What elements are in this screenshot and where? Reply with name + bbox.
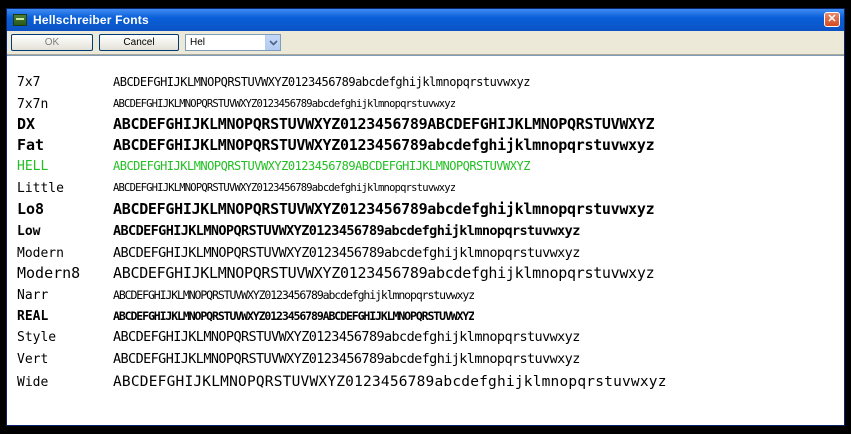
font-name: Style (17, 329, 57, 345)
close-button[interactable]: ✕ (824, 12, 840, 27)
ok-button[interactable]: OK (11, 34, 93, 51)
toolbar: OK Cancel Hel (7, 31, 844, 55)
font-row-low[interactable]: Low ABCDEFGHIJKLMNOPQRSTUVWXYZ0123456789… (17, 221, 837, 241)
font-row-real[interactable]: REAL ABCDEFGHIJKLMNOPQRSTUVWXYZ012345678… (17, 306, 837, 326)
chevron-down-icon[interactable] (265, 35, 280, 50)
font-row-fat[interactable]: Fat ABCDEFGHIJKLMNOPQRSTUVWXYZ0123456789… (17, 135, 837, 155)
font-sample: ABCDEFGHIJKLMNOPQRSTUVWXYZ0123456789abcd… (113, 98, 456, 110)
hellschreiber-fonts-window: Hellschreiber Fonts ✕ OK Cancel Hel 7x7 … (6, 8, 845, 426)
font-sample: ABCDEFGHIJKLMNOPQRSTUVWXYZ0123456789abcd… (113, 136, 655, 154)
font-name: Lo8 (17, 200, 45, 218)
font-sample: ABCDEFGHIJKLMNOPQRSTUVWXYZ0123456789abcd… (113, 264, 655, 282)
font-sample: ABCDEFGHIJKLMNOPQRSTUVWXYZ0123456789abcd… (113, 329, 580, 345)
font-sample: ABCDEFGHIJKLMNOPQRSTUVWXYZ0123456789abcd… (113, 200, 655, 218)
font-sample: ABCDEFGHIJKLMNOPQRSTUVWXYZ0123456789ABCD… (113, 159, 530, 173)
font-name: Fat (17, 136, 45, 154)
font-select-value: Hel (190, 37, 206, 48)
font-row-modern[interactable]: Modern ABCDEFGHIJKLMNOPQRSTUVWXYZ0123456… (17, 243, 837, 263)
font-sample: ABCDEFGHIJKLMNOPQRSTUVWXYZ0123456789abcd… (113, 288, 475, 302)
font-sample: ABCDEFGHIJKLMNOPQRSTUVWXYZ0123456789abcd… (113, 374, 667, 390)
font-name: 7x7 (17, 74, 41, 90)
font-row-vert[interactable]: Vert ABCDEFGHIJKLMNOPQRSTUVWXYZ012345678… (17, 349, 837, 369)
font-row-lo8[interactable]: Lo8 ABCDEFGHIJKLMNOPQRSTUVWXYZ0123456789… (17, 199, 837, 219)
font-row-little[interactable]: Little ABCDEFGHIJKLMNOPQRSTUVWXYZ0123456… (17, 178, 837, 198)
font-name: Vert (17, 351, 49, 367)
font-name: Modern8 (17, 264, 81, 282)
font-row-modern8[interactable]: Modern8 ABCDEFGHIJKLMNOPQRSTUVWXYZ012345… (17, 263, 837, 283)
title-bar[interactable]: Hellschreiber Fonts ✕ (7, 9, 844, 31)
cancel-button[interactable]: Cancel (99, 34, 179, 51)
font-sample: ABCDEFGHIJKLMNOPQRSTUVWXYZ0123456789abcd… (113, 182, 456, 194)
font-row-narr[interactable]: Narr ABCDEFGHIJKLMNOPQRSTUVWXYZ012345678… (17, 285, 837, 305)
font-list: 7x7 ABCDEFGHIJKLMNOPQRSTUVWXYZ0123456789… (7, 55, 844, 425)
font-name: HELL (17, 158, 49, 174)
window-title: Hellschreiber Fonts (33, 13, 149, 27)
font-sample: ABCDEFGHIJKLMNOPQRSTUVWXYZ0123456789abcd… (113, 245, 580, 261)
font-sample: ABCDEFGHIJKLMNOPQRSTUVWXYZ0123456789ABCD… (113, 309, 475, 323)
font-sample: ABCDEFGHIJKLMNOPQRSTUVWXYZ0123456789abcd… (113, 223, 580, 239)
screenshot-frame: Hellschreiber Fonts ✕ OK Cancel Hel 7x7 … (0, 0, 851, 434)
font-name: 7x7n (17, 96, 49, 112)
font-name: Modern (17, 245, 64, 261)
font-name: DX (17, 115, 36, 133)
font-row-7x7n[interactable]: 7x7n ABCDEFGHIJKLMNOPQRSTUVWXYZ012345678… (17, 94, 837, 114)
font-name: Low (17, 223, 41, 239)
font-row-hell[interactable]: HELL ABCDEFGHIJKLMNOPQRSTUVWXYZ012345678… (17, 156, 837, 176)
font-name: REAL (17, 308, 49, 324)
font-name: Little (17, 180, 64, 196)
font-row-7x7[interactable]: 7x7 ABCDEFGHIJKLMNOPQRSTUVWXYZ0123456789… (17, 72, 837, 92)
font-row-dx[interactable]: DX ABCDEFGHIJKLMNOPQRSTUVWXYZ0123456789A… (17, 114, 837, 134)
close-icon: ✕ (827, 13, 837, 25)
font-name: Narr (17, 287, 49, 303)
font-select[interactable]: Hel (185, 34, 281, 51)
font-row-style[interactable]: Style ABCDEFGHIJKLMNOPQRSTUVWXYZ01234567… (17, 327, 837, 347)
font-sample: ABCDEFGHIJKLMNOPQRSTUVWXYZ0123456789abcd… (113, 75, 530, 89)
font-name: Wide (17, 374, 49, 390)
font-sample: ABCDEFGHIJKLMNOPQRSTUVWXYZ0123456789abcd… (113, 351, 580, 367)
font-sample: ABCDEFGHIJKLMNOPQRSTUVWXYZ0123456789ABCD… (113, 115, 655, 133)
font-row-wide[interactable]: Wide ABCDEFGHIJKLMNOPQRSTUVWXYZ012345678… (17, 372, 837, 392)
app-icon (13, 14, 27, 26)
